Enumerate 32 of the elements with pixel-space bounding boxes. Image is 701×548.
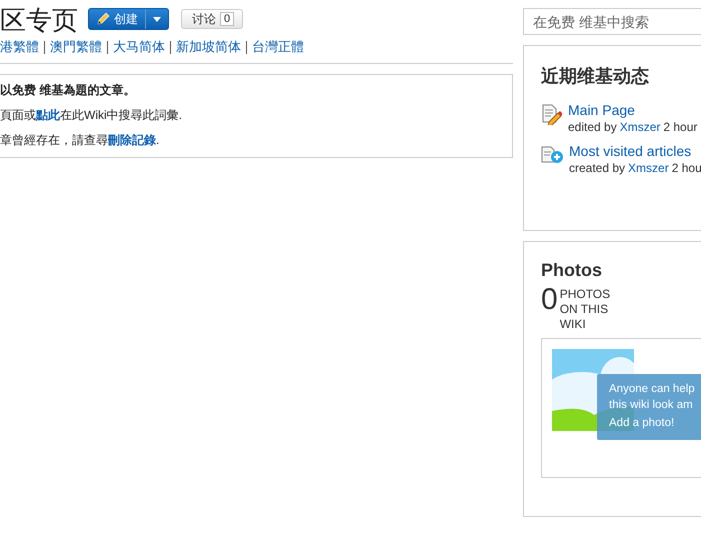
photo-count: 0	[541, 285, 558, 318]
document-pencil-icon	[541, 104, 562, 125]
language-variant-link[interactable]: 澳門繁體	[50, 38, 102, 56]
page-link[interactable]: Most visited articles	[569, 143, 701, 159]
activity-verb: edited by	[568, 120, 617, 134]
photo-count-label: PHOTOS ON THIS WIKI	[560, 287, 612, 332]
activity-time: 2 hou	[672, 161, 701, 175]
activity-time: 2 hour	[663, 120, 698, 134]
activity-verb: created by	[569, 161, 626, 175]
discuss-button[interactable]: 讨论 0	[181, 9, 244, 29]
language-variant-link[interactable]: 港繁體	[0, 38, 39, 56]
card-title: Photos	[541, 260, 603, 281]
card-title: 近期维基动态	[541, 65, 650, 88]
notice-text: 以免费 维基為題的文章。	[0, 82, 136, 99]
tooltip-text: Anyone can help	[609, 382, 696, 397]
user-link[interactable]: Xmszer	[628, 161, 669, 175]
language-variant-link[interactable]: 新加坡简体	[176, 38, 241, 56]
notice-link[interactable]: 點此	[36, 108, 60, 122]
user-link[interactable]: Xmszer	[620, 120, 660, 134]
tooltip-text: this wiki look am	[609, 398, 694, 413]
language-variant-link[interactable]: 大马简体	[113, 38, 165, 56]
notice-text: 章曾經存在，請查尋刪除記錄.	[0, 132, 160, 149]
caret-icon	[153, 16, 161, 22]
comment-count: 0	[220, 12, 234, 26]
page-title: 区专页	[0, 4, 78, 37]
document-plus-icon	[541, 146, 563, 164]
page-link[interactable]: Main Page	[568, 102, 698, 118]
search-field[interactable]: 在免费 维基中搜索	[523, 8, 701, 35]
pencil-icon	[96, 12, 110, 26]
notice-link[interactable]: 刪除記錄	[108, 133, 156, 147]
language-variant-link[interactable]: 台灣正體	[252, 38, 304, 56]
notice-text: 頁面或點此在此Wiki中搜尋此詞彙.	[0, 107, 183, 124]
